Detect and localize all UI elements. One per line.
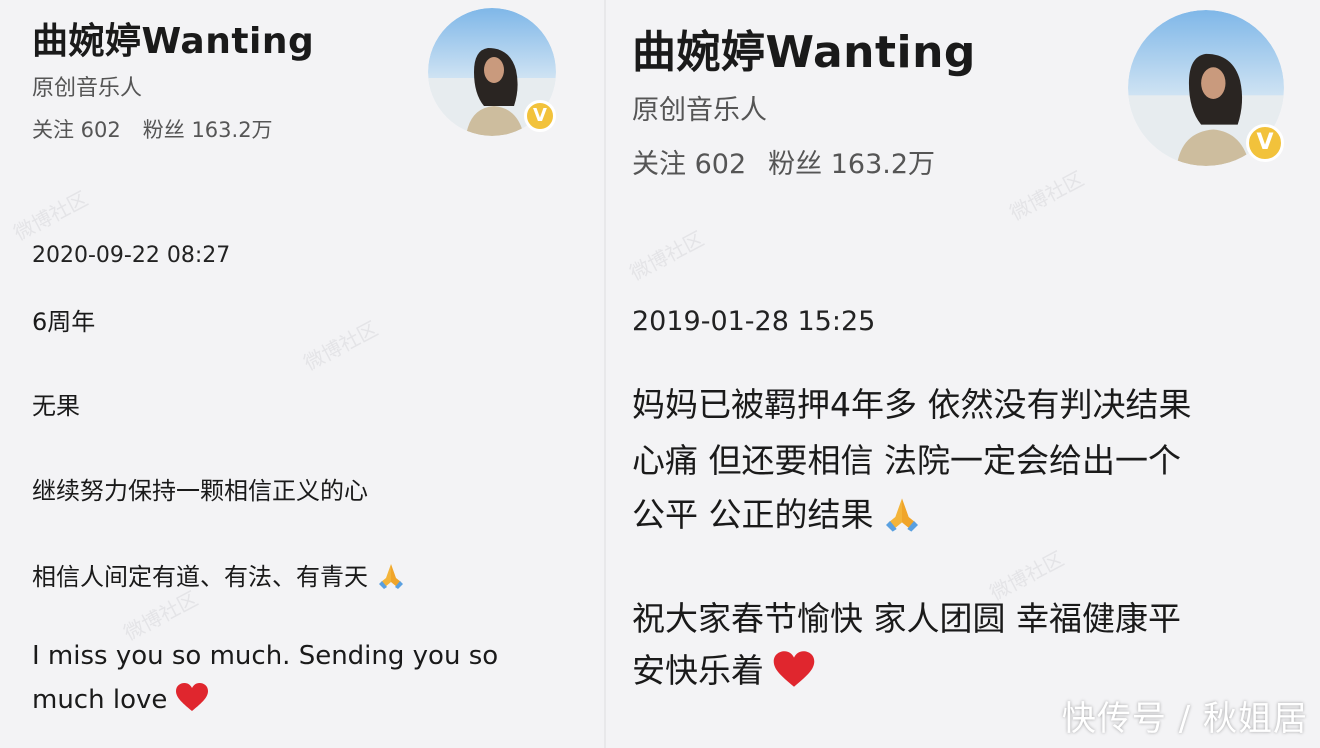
post-line: 安快乐着 [632,651,764,690]
profile-stats: 关注 602 粉丝 163.2万 [32,114,295,144]
post-line: I miss you so much. Sending you so [32,641,499,671]
follow-count[interactable]: 关注 602 [632,149,746,180]
post-line: 祝大家春节愉快 家人团圆 幸福健康平 [632,599,1181,638]
follow-count[interactable]: 关注 602 [32,118,121,142]
post-line-with-emoji: much love [32,682,209,719]
post-line-with-emoji: 相信人间定有道、有法、有青天 [32,557,406,596]
post-line: 相信人间定有道、有法、有青天 [32,563,368,591]
post-line: much love [32,685,168,715]
faint-watermark: 微博社区 [299,316,382,376]
verified-badge-icon: V [524,100,556,132]
red-heart-emoji-icon [175,682,209,719]
post-line: 6周年 [32,308,96,336]
post-line: 心痛 但还要相信 法院一定会给出一个 [632,441,1181,480]
faint-watermark: 微博社区 [9,186,92,246]
avatar[interactable]: V [428,8,556,136]
avatar[interactable]: V [1128,10,1284,166]
profile-name[interactable]: 曲婉婷Wanting [632,16,976,80]
left-post-panel: 微博社区 微博社区 微博社区 曲婉婷Wanting 原创音乐人 关注 602 粉丝… [0,0,604,748]
profile-role: 原创音乐人 [632,95,767,126]
post-timestamp: 2020-09-22 08:27 [32,243,231,268]
profile-name[interactable]: 曲婉婷Wanting [32,12,314,64]
post-line: 公平 公正的结果 [632,495,874,534]
red-heart-emoji-icon [772,650,816,696]
faint-watermark: 微博社区 [1005,166,1088,226]
post-line: 妈妈已被羁押4年多 依然没有判决结果 [632,385,1192,424]
post-line: 无果 [32,392,80,420]
post-timestamp: 2019-01-28 15:25 [632,306,876,337]
folded-hands-emoji-icon [882,493,922,541]
verified-badge-icon: V [1246,124,1284,162]
post-line: 继续努力保持一颗相信正义的心 [32,477,368,505]
page: 微博社区 微博社区 微博社区 曲婉婷Wanting 原创音乐人 关注 602 粉丝… [0,0,1320,748]
right-post-panel: 微博社区 微博社区 微博社区 曲婉婷Wanting 原创音乐人 关注 602 粉丝… [606,0,1320,748]
fans-count[interactable]: 粉丝 163.2万 [143,118,273,142]
fans-count[interactable]: 粉丝 163.2万 [768,149,935,180]
folded-hands-emoji-icon [376,560,406,596]
post-line-with-emoji: 公平 公正的结果 [632,488,922,541]
source-watermark: 快传号 / 秋姐居 [1061,699,1308,739]
post-line-with-emoji: 安快乐着 [632,644,816,696]
faint-watermark: 微博社区 [625,226,708,286]
profile-role: 原创音乐人 [32,76,143,101]
profile-stats: 关注 602 粉丝 163.2万 [632,142,957,181]
